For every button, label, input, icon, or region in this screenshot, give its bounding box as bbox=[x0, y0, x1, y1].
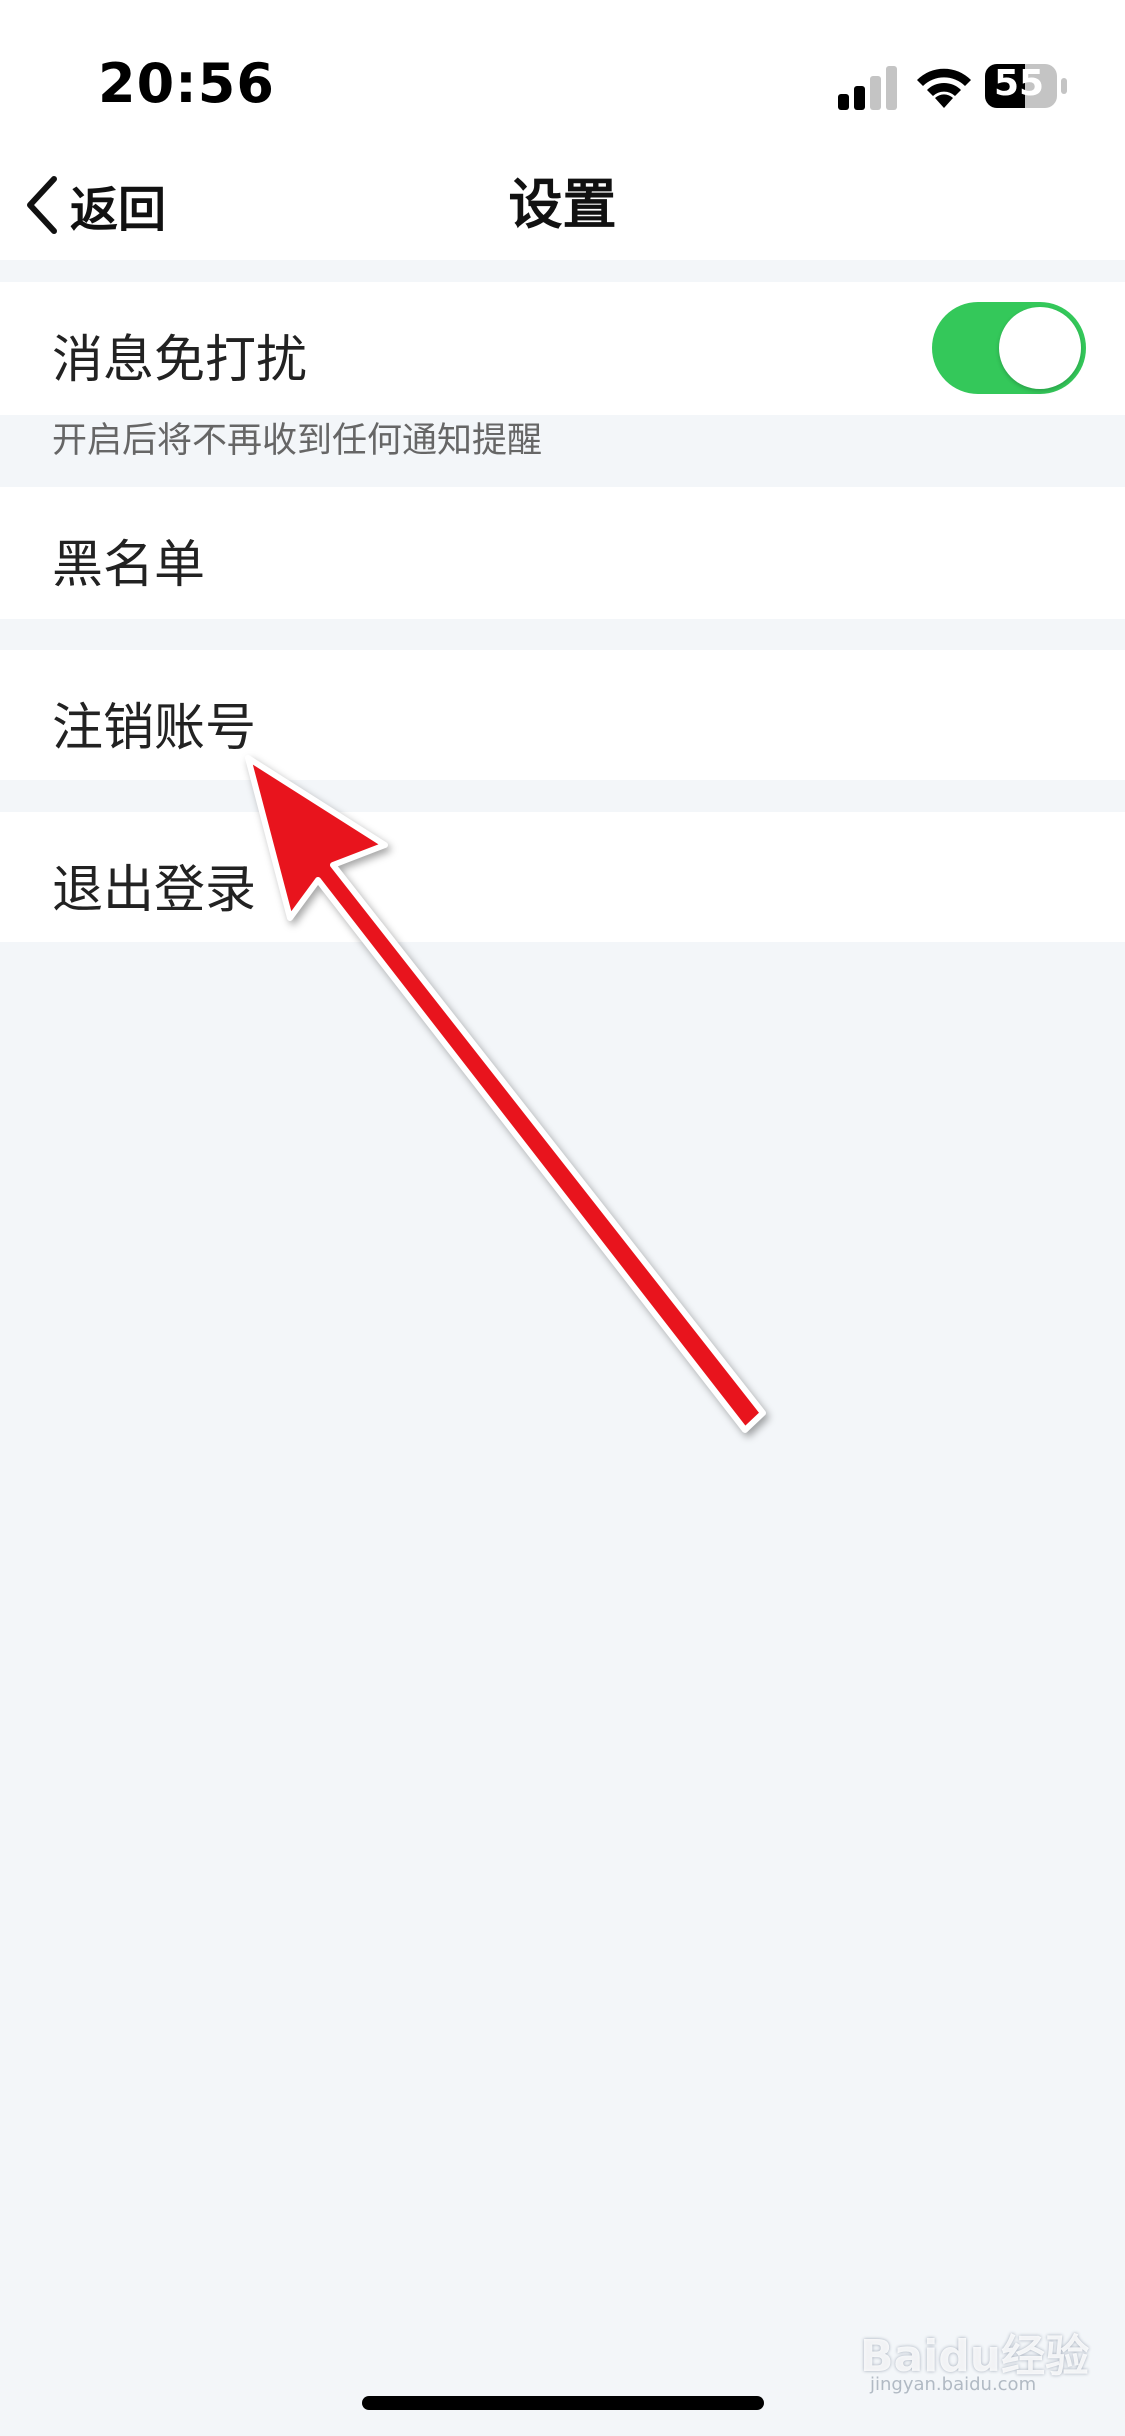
logout-label: 退出登录 bbox=[52, 861, 257, 920]
page-title: 设置 bbox=[508, 173, 617, 236]
battery-level: 55 bbox=[993, 63, 1045, 104]
settings-item-blacklist[interactable]: 黑名单 bbox=[0, 487, 1125, 619]
dnd-hint: 开启后将不再收到任何通知提醒 bbox=[52, 421, 543, 461]
back-label: 返回 bbox=[70, 182, 167, 238]
chevron-left-icon bbox=[27, 176, 57, 234]
settings-item-cancel-account[interactable]: 注销账号 bbox=[0, 650, 1125, 780]
signal-icon bbox=[838, 66, 897, 110]
settings-item-logout[interactable]: 退出登录 bbox=[0, 812, 1125, 942]
watermark-url: jingyan.baidu.com bbox=[870, 2374, 1037, 2395]
dnd-label: 消息免打扰 bbox=[52, 331, 308, 390]
settings-item-dnd: 消息免打扰 bbox=[0, 282, 1125, 415]
status-bar: 20:56 55 bbox=[0, 0, 1125, 170]
wifi-icon bbox=[917, 68, 971, 108]
cancel-account-label: 注销账号 bbox=[52, 699, 257, 758]
back-button[interactable]: 返回 bbox=[22, 168, 166, 242]
nav-bar: 设置 返回 bbox=[0, 150, 1125, 260]
toggle-knob bbox=[999, 307, 1081, 389]
status-time: 20:56 bbox=[98, 52, 275, 115]
dnd-toggle[interactable] bbox=[932, 302, 1086, 394]
blacklist-label: 黑名单 bbox=[52, 536, 206, 595]
home-indicator[interactable] bbox=[362, 2396, 764, 2410]
